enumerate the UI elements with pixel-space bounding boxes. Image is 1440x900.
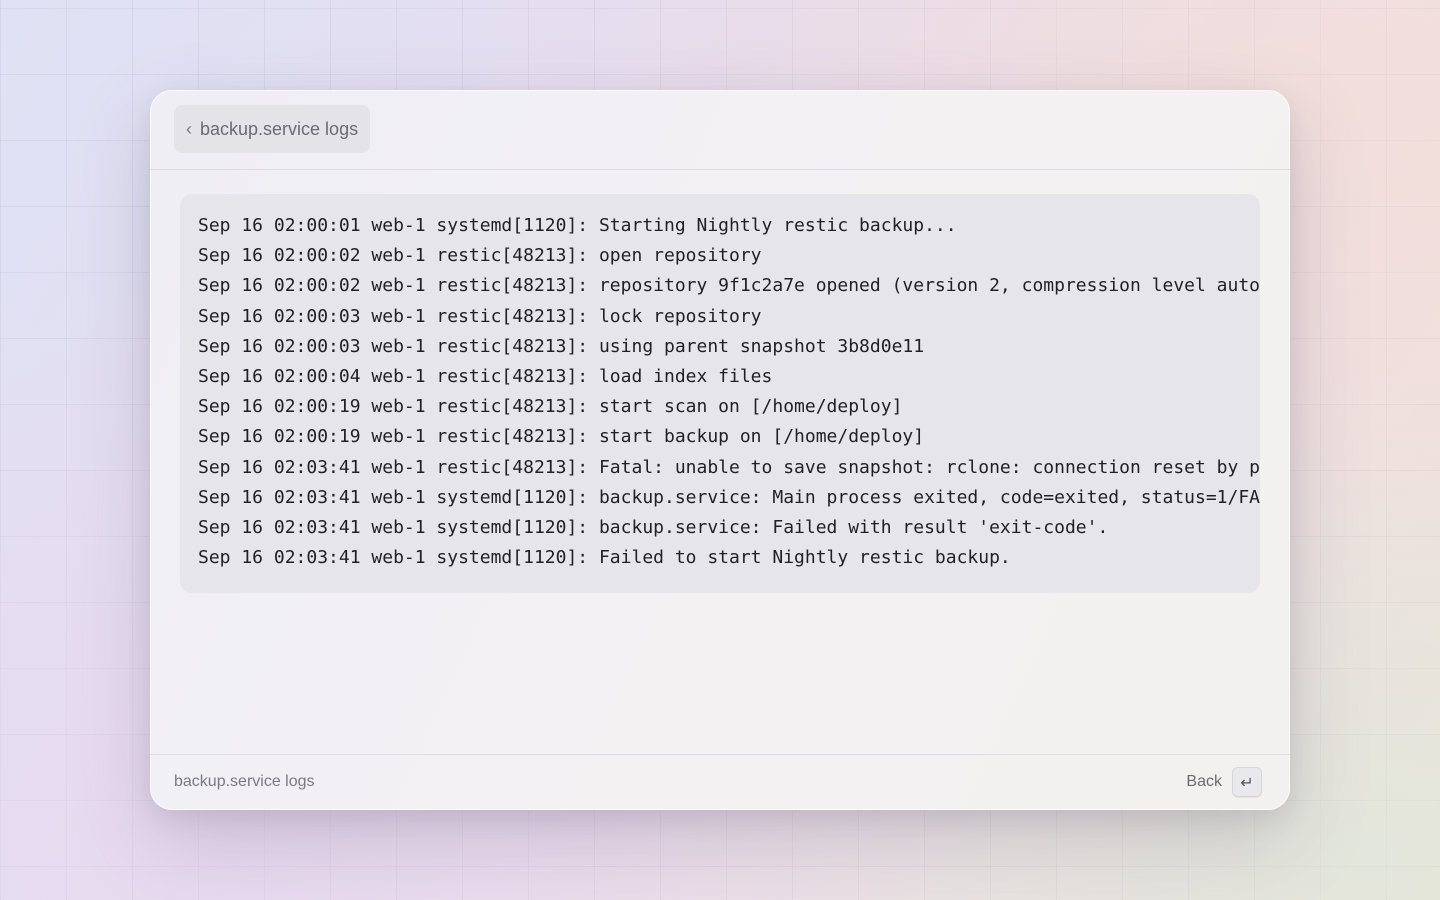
- log-line: Sep 16 02:03:41 web-1 systemd[1120]: Fai…: [198, 547, 1011, 569]
- back-to-service-button[interactable]: ‹ backup.service logs: [174, 105, 371, 153]
- log-line: Sep 16 02:03:41 web-1 systemd[1120]: bac…: [198, 516, 1109, 538]
- log-line: Sep 16 02:03:41 web-1 restic[48213]: Fat…: [198, 456, 1260, 478]
- log-line: Sep 16 02:00:01 web-1 systemd[1120]: Sta…: [198, 215, 957, 236]
- log-line: Sep 16 02:00:19 web-1 restic[48213]: sta…: [198, 426, 925, 448]
- back-chip-label: backup.service logs: [200, 118, 359, 139]
- log-viewer-window: ‹ backup.service logs Sep 16 02:00:01 we…: [150, 90, 1290, 810]
- log-line: Sep 16 02:00:02 web-1 restic[48213]: rep…: [198, 275, 1260, 297]
- log-output[interactable]: Sep 16 02:00:01 web-1 systemd[1120]: Sta…: [180, 194, 1260, 593]
- back-button[interactable]: Back ↵: [1186, 767, 1262, 797]
- footer: backup.service logs Back ↵: [150, 754, 1290, 810]
- log-line: Sep 16 02:00:02 web-1 restic[48213]: ope…: [198, 245, 762, 267]
- log-line: Sep 16 02:03:41 web-1 systemd[1120]: bac…: [198, 486, 1260, 508]
- footer-title: backup.service logs: [174, 773, 315, 790]
- log-line: Sep 16 02:00:03 web-1 restic[48213]: usi…: [198, 335, 925, 357]
- log-line: Sep 16 02:00:19 web-1 restic[48213]: sta…: [198, 396, 903, 418]
- return-key-icon: ↵: [1232, 767, 1262, 797]
- log-lines: Sep 16 02:00:01 web-1 systemd[1120]: Sta…: [198, 211, 1260, 573]
- back-button-label: Back: [1186, 773, 1222, 790]
- chevron-left-icon: ‹: [186, 118, 192, 139]
- log-line: Sep 16 02:00:03 web-1 restic[48213]: loc…: [198, 305, 762, 327]
- header: ‹ backup.service logs: [150, 90, 1290, 170]
- log-line: Sep 16 02:00:04 web-1 restic[48213]: loa…: [198, 365, 773, 387]
